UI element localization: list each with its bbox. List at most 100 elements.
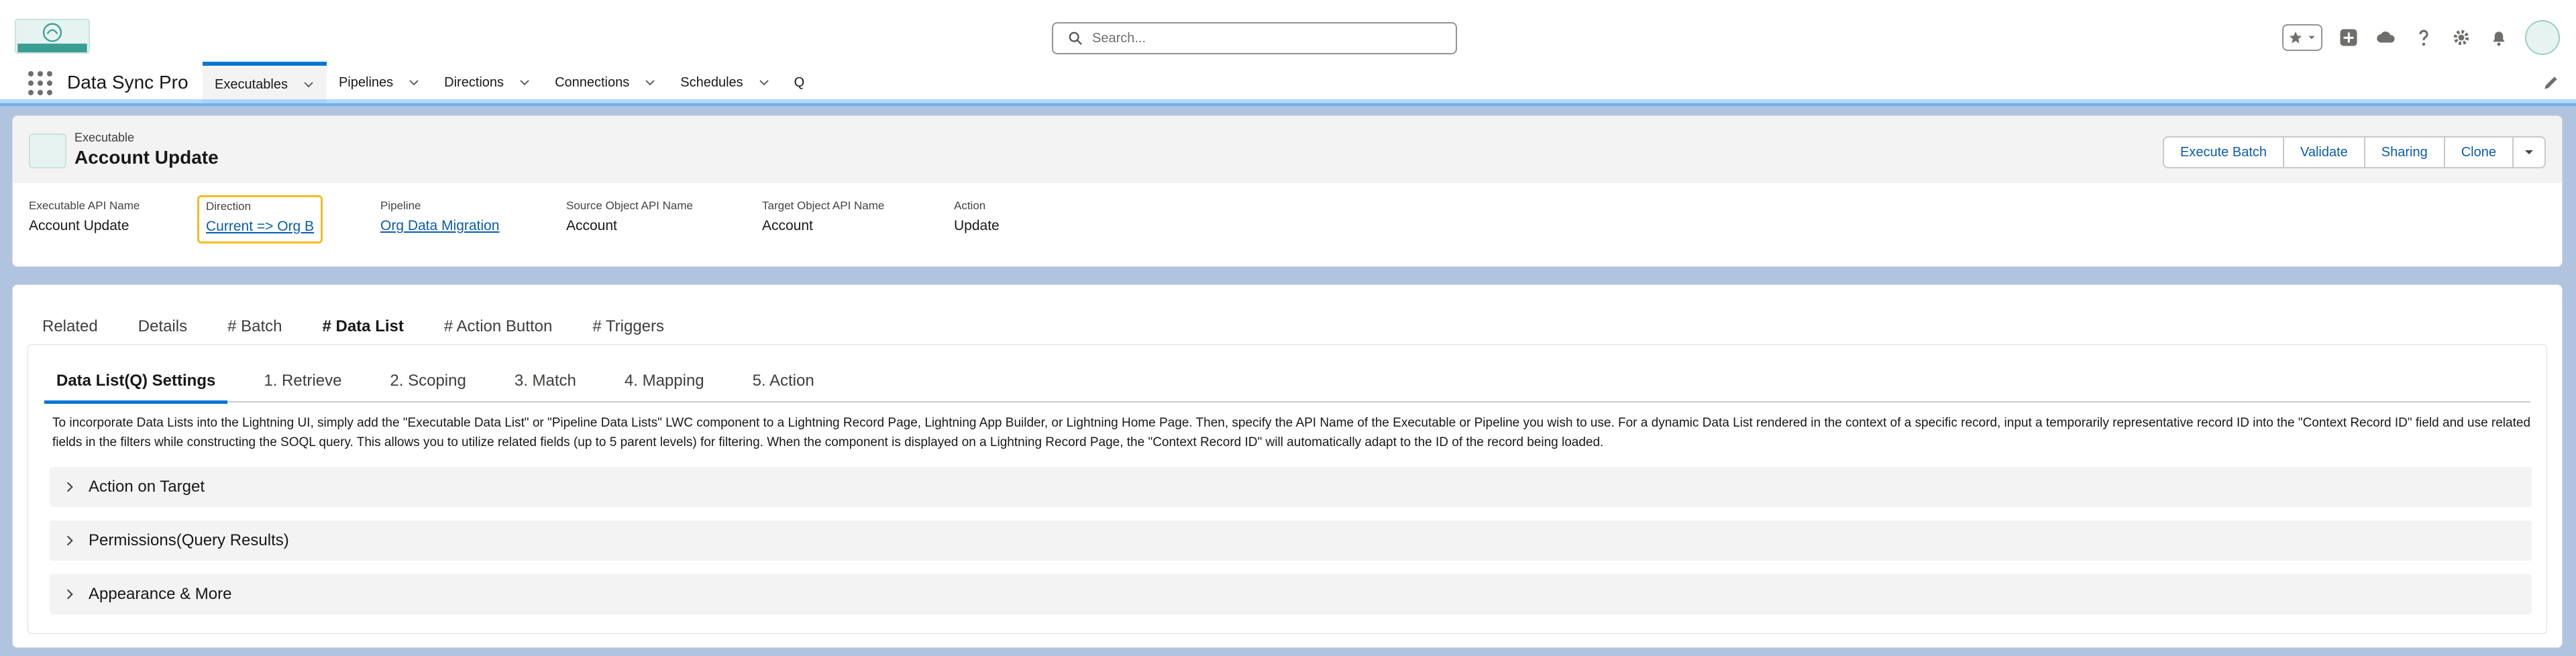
gear-icon [2453, 30, 2469, 46]
pipeline-link[interactable]: Org Data Migration [380, 218, 499, 234]
field-label: Executable API Name [29, 199, 140, 212]
field-source-object: Source Object API Name Account [566, 199, 693, 234]
nav-item-executables[interactable]: Executables [203, 62, 327, 103]
search-icon [1069, 32, 1082, 45]
tab-related[interactable]: Related [29, 304, 111, 349]
record-title: Account Update [74, 147, 219, 168]
favorites-button[interactable] [2282, 24, 2322, 51]
more-actions-button[interactable] [2512, 136, 2546, 168]
record-header: Executable Account Update Execute Batch … [12, 115, 2563, 267]
validate-button[interactable]: Validate [2283, 136, 2364, 168]
execute-batch-button[interactable]: Execute Batch [2163, 136, 2283, 168]
tab-mapping[interactable]: 4. Mapping [612, 360, 716, 402]
field-value: Account [762, 218, 813, 233]
data-list-sub-tabs: Data List(Q) Settings 1. Retrieve 2. Sco… [44, 360, 2530, 404]
nav-item-label: Schedules [680, 74, 743, 90]
app-name: Data Sync Pro [67, 72, 189, 93]
field-target-object: Target Object API Name Account [762, 199, 884, 234]
app-nav-bar: Data Sync Pro Executables Pipelines Dire… [0, 62, 2576, 103]
global-search[interactable] [1052, 22, 1457, 54]
data-list-description: To incorporate Data Lists into the Light… [52, 416, 2531, 449]
tab-batch[interactable]: # Batch [214, 304, 295, 349]
nav-item-directions[interactable]: Directions [432, 62, 543, 103]
question-icon [2419, 30, 2428, 46]
tab-scoping[interactable]: 2. Scoping [378, 360, 478, 402]
app-launcher-icon[interactable] [28, 71, 52, 95]
utility-icons [2282, 20, 2560, 55]
nav-item-label: Executables [215, 76, 288, 92]
field-label: Action [954, 199, 986, 212]
nav-item-label: Pipelines [338, 74, 394, 90]
chevron-down-icon[interactable] [408, 76, 420, 89]
nav-accent-band [0, 99, 2576, 106]
pencil-icon[interactable] [2542, 74, 2560, 91]
nav-item-label: Q [794, 74, 805, 90]
chevron-right-icon [66, 535, 73, 546]
nav-item-schedules[interactable]: Schedules [668, 62, 782, 103]
tab-retrieve[interactable]: 1. Retrieve [252, 360, 354, 402]
tab-match[interactable]: 3. Match [502, 360, 588, 402]
tab-action[interactable]: 5. Action [741, 360, 826, 402]
field-value: Update [954, 218, 1000, 233]
tab-action-button[interactable]: # Action Button [431, 304, 566, 349]
chevron-down-icon[interactable] [644, 76, 656, 89]
global-create-button[interactable] [2337, 26, 2360, 49]
field-label: Target Object API Name [762, 199, 885, 212]
org-logo[interactable] [15, 19, 90, 54]
chevron-down-icon[interactable] [303, 78, 315, 91]
chevron-right-icon [66, 589, 73, 600]
data-list-panel: Data List(Q) Settings 1. Retrieve 2. Sco… [28, 344, 2547, 634]
clone-button[interactable]: Clone [2443, 136, 2512, 168]
record-object-icon [29, 133, 66, 168]
direction-link[interactable]: Current => Org B [206, 219, 314, 235]
tab-data-list-settings[interactable]: Data List(Q) Settings [44, 360, 228, 404]
tab-data-list[interactable]: # Data List [309, 304, 418, 351]
record-tabs: Related Details # Batch # Data List # Ac… [29, 304, 2546, 351]
field-label: Direction [206, 200, 252, 213]
chevron-down-icon [2525, 150, 2533, 154]
logo-icon [17, 23, 87, 52]
section-title: Permissions(Query Results) [89, 531, 289, 549]
section-permissions[interactable]: Permissions(Query Results) [50, 521, 2532, 561]
field-executable-api-name: Executable API Name Account Update [29, 199, 140, 234]
trailhead-button[interactable] [2375, 26, 2398, 49]
chevron-down-icon [2308, 36, 2315, 40]
field-value: Account [566, 218, 617, 233]
chevron-down-icon[interactable] [758, 76, 770, 89]
field-label: Pipeline [380, 199, 421, 212]
record-highlights: Executable Account Update Execute Batch … [13, 116, 2562, 183]
star-icon [2289, 31, 2302, 44]
bell-icon [2493, 32, 2505, 46]
nav-item-connections[interactable]: Connections [543, 62, 668, 103]
record-fields: Executable API Name Account Update Direc… [13, 183, 2562, 266]
nav-items: Executables Pipelines Directions Connect… [203, 62, 816, 103]
field-action: Action Update [954, 199, 1000, 234]
nav-item-label: Directions [444, 74, 504, 90]
search-input[interactable] [1092, 30, 1428, 46]
nav-item-q[interactable]: Q [782, 62, 817, 103]
field-label: Source Object API Name [566, 199, 693, 212]
nav-item-pipelines[interactable]: Pipelines [327, 62, 432, 103]
field-pipeline: Pipeline Org Data Migration [380, 199, 499, 234]
help-button[interactable] [2412, 26, 2435, 49]
record-actions: Execute Batch Validate Sharing Clone [2163, 136, 2546, 168]
record-tabs-card: Related Details # Batch # Data List # Ac… [12, 284, 2563, 648]
cloud-icon [2377, 32, 2395, 43]
global-header [0, 0, 2576, 62]
setup-button[interactable] [2450, 26, 2473, 49]
nav-item-label: Connections [555, 74, 630, 90]
section-appearance[interactable]: Appearance & More [50, 574, 2532, 614]
field-direction: Direction Current => Org B [197, 195, 323, 243]
section-title: Action on Target [89, 478, 205, 496]
user-avatar[interactable] [2525, 20, 2560, 55]
field-value: Account Update [29, 218, 129, 233]
chevron-right-icon [66, 482, 73, 492]
tab-details[interactable]: Details [125, 304, 201, 349]
record-type-label: Executable [74, 131, 135, 144]
plus-icon [2340, 29, 2357, 46]
chevron-down-icon[interactable] [519, 76, 531, 89]
tab-triggers[interactable]: # Triggers [579, 304, 678, 349]
sharing-button[interactable]: Sharing [2363, 136, 2444, 168]
section-action-on-target[interactable]: Action on Target [50, 467, 2532, 507]
notifications-button[interactable] [2487, 26, 2510, 49]
